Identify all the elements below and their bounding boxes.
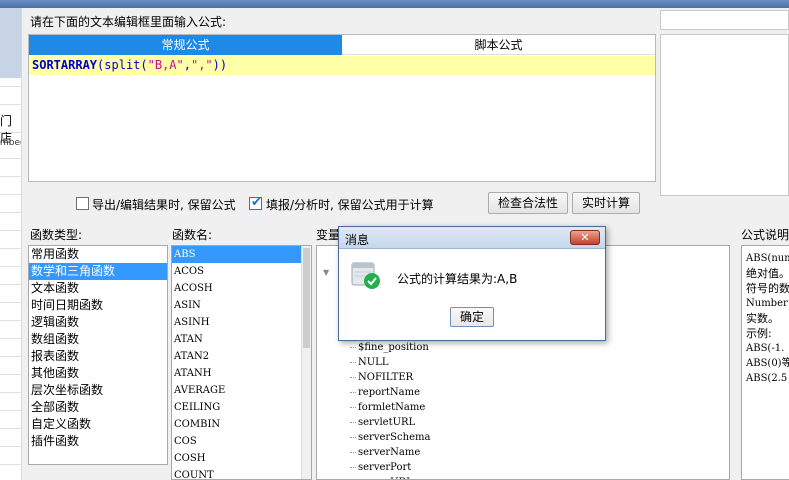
variable-item[interactable]: serverURL	[358, 475, 413, 479]
description-panel: ABS(num 绝对值。符号的数 Number: 实数。示例: ABS(-1. ABS(0…	[741, 245, 789, 480]
message-titlebar: 消息 ✕	[339, 227, 605, 249]
variable-item[interactable]: serverName	[349, 445, 420, 460]
function-type-item[interactable]: 自定义函数	[29, 416, 167, 433]
function-type-item[interactable]: 逻辑函数	[29, 314, 167, 331]
variable-item[interactable]: servletURL	[349, 415, 415, 430]
background-window: 门店 mbed	[0, 8, 22, 480]
right-preview-panel	[660, 34, 789, 196]
message-title: 消息	[345, 233, 370, 247]
variables-label: 变量	[316, 228, 341, 242]
description-line: 符号的数	[746, 282, 789, 295]
tab-normal-formula[interactable]: 常规公式	[29, 35, 342, 55]
variable-item[interactable]: serverSchema	[349, 430, 430, 445]
message-dialog: 消息 ✕ 公式的计算结果为:A,B 确定	[338, 226, 606, 341]
function-type-item[interactable]: 常用函数	[29, 246, 167, 263]
tab-script-formula[interactable]: 脚本公式	[342, 35, 655, 55]
variable-item[interactable]: formletName	[349, 400, 425, 415]
function-name-item[interactable]: COMBIN	[172, 416, 311, 433]
function-type-item[interactable]: 全部函数	[29, 399, 167, 416]
function-name-item[interactable]: ASINH	[172, 314, 311, 331]
description-line: ABS(-1.	[746, 343, 785, 354]
formula-arg-1: "B,A"	[147, 58, 184, 72]
function-name-item[interactable]: COUNT	[172, 467, 311, 479]
formula-function: SORTARRAY	[32, 58, 98, 72]
editor-prompt: 请在下面的文本编辑框里面输入公式:	[30, 15, 227, 29]
scrollbar-thumb[interactable]	[303, 248, 310, 348]
function-name-item[interactable]: CEILING	[172, 399, 311, 416]
description-line: Number:	[746, 298, 789, 309]
function-type-item[interactable]: 文本函数	[29, 280, 167, 297]
ok-button[interactable]: 确定	[450, 307, 494, 327]
background-header	[0, 8, 21, 78]
formula-arg-2: ","	[190, 58, 213, 72]
check-validity-button[interactable]: 检查合法性	[488, 192, 568, 214]
description-line: ABS(0)等	[746, 358, 789, 369]
description-line: 实数。	[746, 312, 779, 325]
variable-item[interactable]: reportName	[349, 385, 420, 400]
variable-item[interactable]: NULL	[349, 355, 388, 370]
function-type-item[interactable]: 报表函数	[29, 348, 167, 365]
description-label: 公式说明	[741, 228, 789, 242]
keep-on-export-checkbox[interactable]	[76, 197, 89, 210]
description-line: 绝对值。	[746, 267, 789, 280]
function-names-label: 函数名:	[172, 228, 213, 242]
function-types-label: 函数类型:	[30, 228, 83, 242]
close-x-icon[interactable]: ✕	[570, 230, 600, 245]
function-name-item[interactable]: ATAN	[172, 331, 311, 348]
function-name-item[interactable]: ACOS	[172, 263, 311, 280]
keep-on-export-label: 导出/编辑结果时, 保留公式	[92, 198, 236, 212]
keep-on-report-label: 填报/分析时, 保留公式用于计算	[266, 198, 434, 212]
check-mark-icon: ✔	[251, 195, 262, 210]
function-name-item[interactable]: ASIN	[172, 297, 311, 314]
function-types-list[interactable]: 常用函数 数学和三角函数 文本函数 时间日期函数 逻辑函数 数组函数 报表函数 其他函数 层次坐…	[28, 245, 168, 465]
function-type-item[interactable]: 数学和三角函数	[29, 263, 167, 280]
window-title-bar	[0, 0, 789, 8]
function-name-item[interactable]: ACOSH	[172, 280, 311, 297]
success-check-icon	[351, 262, 380, 289]
function-name-item[interactable]: COSH	[172, 450, 311, 467]
variable-item[interactable]: serverPort	[349, 460, 411, 475]
function-type-item[interactable]: 插件函数	[29, 433, 167, 450]
variable-item[interactable]: $fine_position	[350, 340, 429, 355]
keep-on-report-checkbox[interactable]: ✔	[249, 195, 262, 210]
formula-inner-function: split	[104, 58, 141, 72]
right-search-field[interactable]	[660, 10, 789, 30]
function-type-item[interactable]: 数组函数	[29, 331, 167, 348]
function-name-item[interactable]: ATAN2	[172, 348, 311, 365]
function-name-item[interactable]: AVERAGE	[172, 382, 311, 399]
formula-editor[interactable]: 常规公式 脚本公式 SORTARRAY(split("B,A",","))	[28, 34, 656, 182]
function-names-scrollbar[interactable]	[301, 246, 311, 479]
function-name-item[interactable]: ATANH	[172, 365, 311, 382]
function-type-item[interactable]: 其他函数	[29, 365, 167, 382]
function-name-item[interactable]: COS	[172, 433, 311, 450]
message-text: 公式的计算结果为:A,B	[397, 272, 518, 286]
function-names-list[interactable]: ABS ACOS ACOSH ASIN ASINH ATAN ATAN2 ATANH AVERA…	[171, 245, 312, 480]
variable-item[interactable]: NOFILTER	[349, 370, 413, 385]
description-line: 示例:	[746, 327, 772, 340]
description-line: ABS(num	[746, 253, 789, 264]
description-line: ABS(2.5	[746, 373, 788, 384]
realtime-calc-button[interactable]: 实时计算	[572, 192, 640, 214]
function-type-item[interactable]: 层次坐标函数	[29, 382, 167, 399]
background-cell-text: mbed	[0, 138, 21, 148]
formula-text[interactable]: SORTARRAY(split("B,A",","))	[29, 56, 655, 75]
function-name-item[interactable]: ABS	[172, 246, 311, 263]
function-type-item[interactable]: 时间日期函数	[29, 297, 167, 314]
tree-expand-icon[interactable]: ▼	[323, 268, 329, 277]
